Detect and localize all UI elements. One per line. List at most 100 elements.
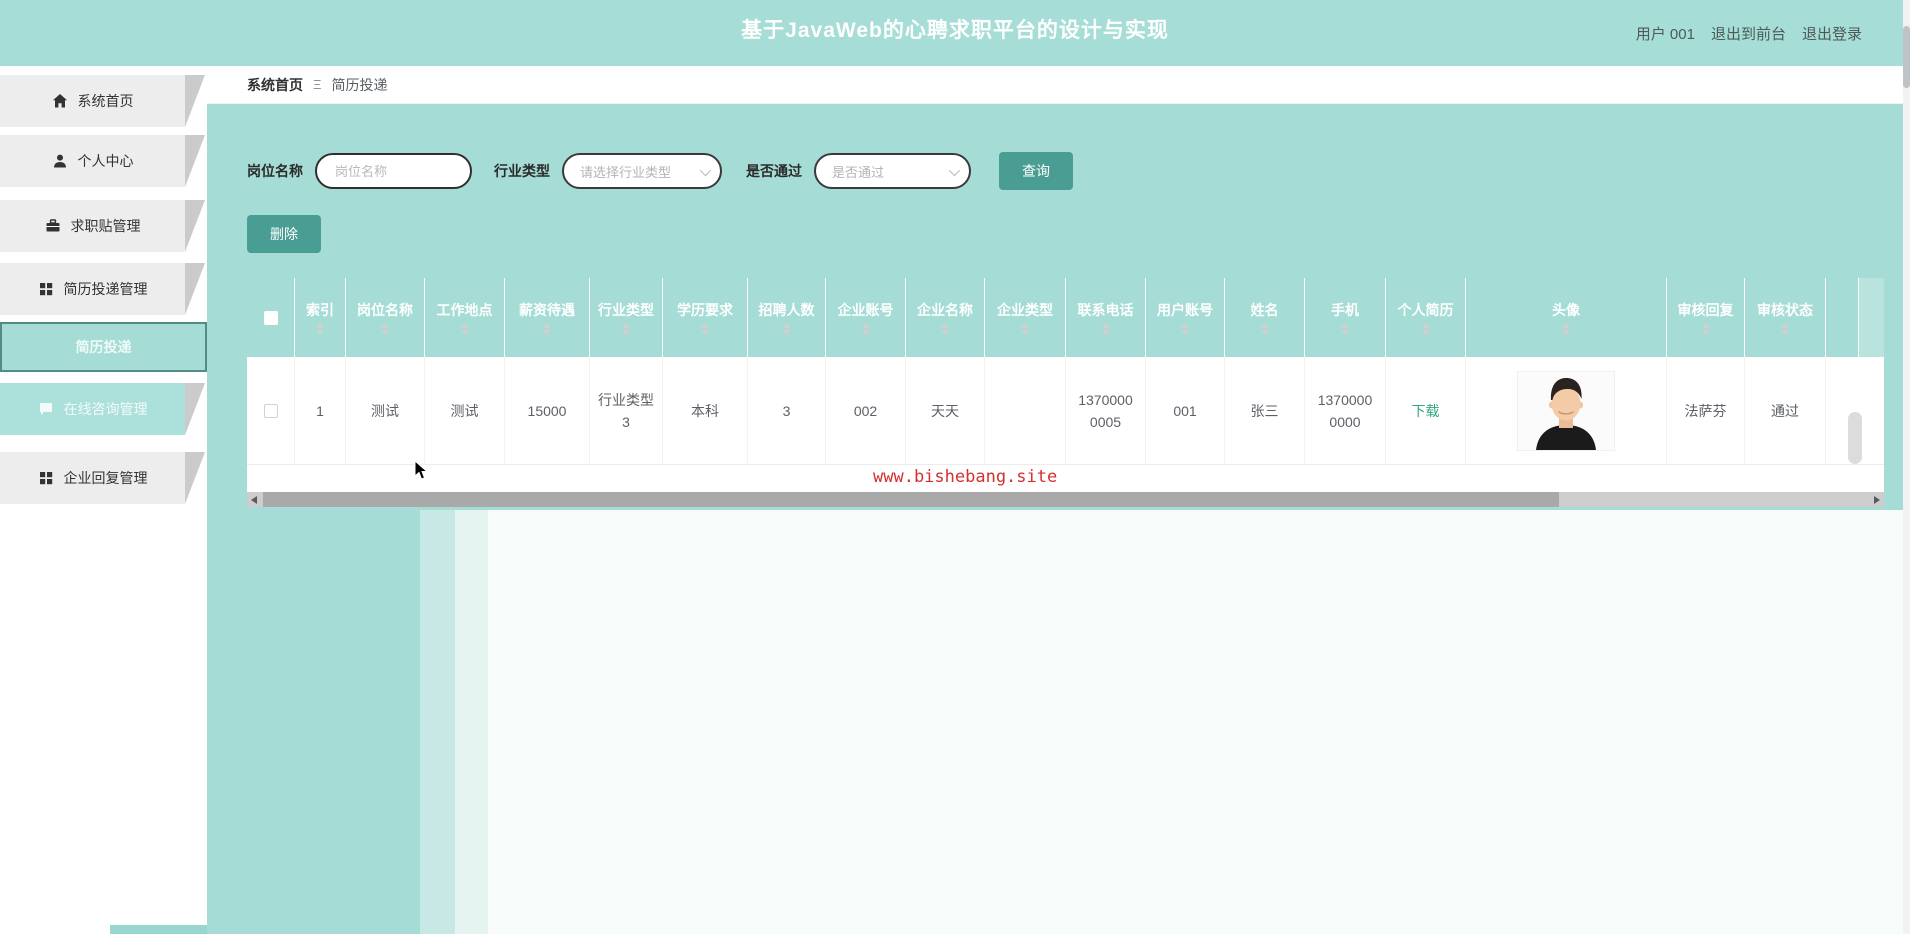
content-leftover-band (455, 510, 488, 934)
delete-button[interactable]: 删除 (247, 215, 321, 253)
cell-name: 张三 (1225, 357, 1305, 465)
top-header: 基于JavaWeb的心聘求职平台的设计与实现 用户 001 退出到前台 退出登录 (0, 0, 1910, 66)
col-header-industry[interactable]: 行业类型 (590, 278, 663, 357)
col-header-mobile[interactable]: 手机 (1305, 278, 1386, 357)
breadcrumb: 系统首页 Ξ 简历投递 (207, 66, 1903, 104)
col-header-work-place[interactable]: 工作地点 (425, 278, 505, 357)
sort-caret-icon[interactable] (941, 323, 949, 335)
col-header-avatar[interactable]: 头像 (1466, 278, 1667, 357)
col-header-education[interactable]: 学历要求 (663, 278, 748, 357)
table-header-row: 索引 岗位名称 工作地点 薪资待遇 行业类型 学历要求 招聘人数 企业账号 企业… (247, 278, 1884, 357)
sidebar-item-label: 系统首页 (77, 93, 134, 109)
portrait-photo (1518, 371, 1614, 450)
breadcrumb-root[interactable]: 系统首页 (247, 75, 303, 95)
sort-caret-icon[interactable] (1562, 323, 1570, 335)
sort-caret-icon[interactable] (1181, 323, 1189, 335)
chevron-down-icon (699, 164, 712, 177)
col-header-review-reply[interactable]: 审核回复 (1667, 278, 1745, 357)
col-header-job-name[interactable]: 岗位名称 (346, 278, 425, 357)
cell-user-account: 001 (1146, 357, 1225, 465)
sidebar-item-label: 企业回复管理 (63, 470, 148, 486)
select-all-header (247, 278, 295, 357)
col-header-user-account[interactable]: 用户账号 (1146, 278, 1225, 357)
table-scroll-gutter (1859, 278, 1884, 357)
col-header-index[interactable]: 索引 (295, 278, 346, 357)
col-header-contact-phone[interactable]: 联系电话 (1066, 278, 1146, 357)
content-leftover-band (420, 510, 455, 934)
cell-work-place: 测试 (425, 357, 505, 465)
cell-mobile: 13700000000 (1305, 357, 1386, 465)
table-vertical-scrollbar-thumb[interactable] (1848, 412, 1862, 464)
horizontal-scrollbar-thumb[interactable] (263, 492, 1559, 507)
cell-salary: 15000 (505, 357, 590, 465)
scroll-left-arrow-icon[interactable] (251, 495, 257, 504)
content-leftover-band (488, 510, 1903, 934)
col-header-company-account[interactable]: 企业账号 (826, 278, 906, 357)
sort-caret-icon[interactable] (1101, 323, 1110, 335)
col-header-company-name[interactable]: 企业名称 (906, 278, 985, 357)
col-header-salary[interactable]: 薪资待遇 (505, 278, 590, 357)
sort-caret-icon[interactable] (1701, 323, 1710, 335)
cell-avatar (1466, 357, 1667, 465)
cell-industry: 行业类型3 (590, 357, 663, 465)
mouse-cursor-icon (414, 459, 429, 486)
sort-caret-icon[interactable] (1781, 323, 1789, 335)
industry-type-placeholder: 请选择行业类型 (580, 164, 672, 180)
sidebar-item-label: 在线咨询管理 (63, 401, 148, 417)
sidebar-item-job-posts[interactable]: 求职贴管理 (0, 200, 205, 252)
sort-caret-icon[interactable] (782, 323, 791, 335)
sort-caret-icon[interactable] (381, 323, 389, 335)
sort-caret-icon[interactable] (861, 323, 870, 335)
sidebar-item-label: 简历投递 (75, 339, 132, 355)
sort-caret-icon[interactable] (622, 323, 630, 335)
logout-link[interactable]: 退出登录 (1802, 23, 1862, 44)
window-vertical-scrollbar[interactable] (1903, 0, 1910, 934)
sort-caret-icon[interactable] (543, 323, 551, 335)
industry-type-select[interactable]: 请选择行业类型 (562, 153, 722, 189)
cell-company-name: 天天 (906, 357, 985, 465)
search-button[interactable]: 查询 (999, 152, 1073, 190)
sidebar-item-resume-delivery[interactable]: 简历投递 (0, 322, 207, 372)
cell-review-status: 通过 (1745, 357, 1826, 465)
sort-caret-icon[interactable] (1421, 323, 1430, 335)
sidebar-item-company-reply-mgmt[interactable]: 企业回复管理 (0, 452, 205, 504)
sort-caret-icon[interactable] (1260, 323, 1269, 335)
cell-company-account: 002 (826, 357, 906, 465)
pass-placeholder: 是否通过 (832, 164, 885, 180)
row-checkbox[interactable] (263, 403, 278, 418)
sidebar-item-personal-center[interactable]: 个人中心 (0, 135, 205, 187)
cell-company-type (985, 357, 1066, 465)
sort-caret-icon[interactable] (1021, 323, 1029, 335)
sort-caret-icon[interactable] (1341, 323, 1349, 335)
col-header-empty (1826, 278, 1859, 357)
table-row: 1 测试 测试 15000 行业类型3 本科 3 002 天天 13700000… (247, 357, 1884, 465)
sidebar-item-online-consult-mgmt[interactable]: 在线咨询管理 (0, 383, 205, 435)
col-header-company-type[interactable]: 企业类型 (985, 278, 1066, 357)
sort-caret-icon[interactable] (701, 323, 709, 335)
table-footer-space: www.bishebang.site (247, 465, 1884, 492)
col-header-headcount[interactable]: 招聘人数 (748, 278, 826, 357)
col-header-name[interactable]: 姓名 (1225, 278, 1305, 357)
sort-caret-icon[interactable] (460, 323, 469, 335)
pass-select[interactable]: 是否通过 (814, 153, 971, 189)
horizontal-scrollbar[interactable] (247, 492, 1884, 507)
exit-to-front-link[interactable]: 退出到前台 (1711, 23, 1786, 44)
watermark-text: www.bishebang.site (873, 467, 1058, 487)
col-header-resume[interactable]: 个人简历 (1386, 278, 1466, 357)
cell-review-reply: 法萨芬 (1667, 357, 1745, 465)
col-header-review-status[interactable]: 审核状态 (1745, 278, 1826, 357)
job-name-input[interactable] (315, 153, 472, 189)
sidebar-item-home[interactable]: 系统首页 (0, 75, 205, 127)
home-icon (52, 94, 67, 108)
sidebar-item-label: 求职贴管理 (70, 218, 141, 234)
breadcrumb-separator-icon: Ξ (313, 77, 322, 92)
current-user-label: 用户 001 (1635, 25, 1695, 43)
sidebar-item-resume-delivery-mgmt[interactable]: 简历投递管理 (0, 263, 205, 315)
resume-download-link[interactable]: 下载 (1412, 400, 1440, 422)
sort-caret-icon[interactable] (316, 323, 324, 335)
sidebar-item-label: 个人中心 (77, 153, 134, 169)
window-vertical-scrollbar-thumb[interactable] (1903, 26, 1910, 88)
select-all-checkbox[interactable] (263, 310, 278, 325)
app-window: 基于JavaWeb的心聘求职平台的设计与实现 用户 001 退出到前台 退出登录… (0, 0, 1910, 934)
scroll-right-arrow-icon[interactable] (1874, 495, 1880, 504)
